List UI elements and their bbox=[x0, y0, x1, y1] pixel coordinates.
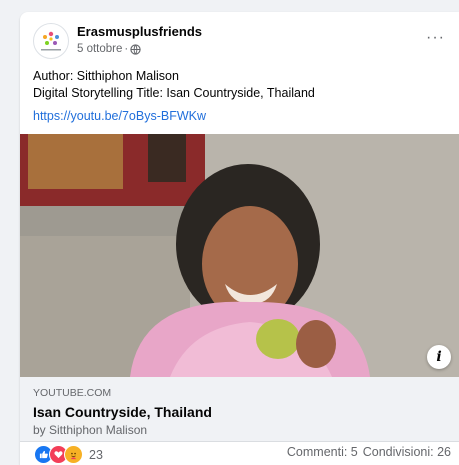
globe-icon bbox=[130, 43, 141, 55]
post-text-line: Digital Storytelling Title: Isan Country… bbox=[33, 86, 315, 100]
post-meta: 5 ottobre · bbox=[77, 43, 141, 55]
link-preview[interactable]: YOUTUBE.COM Isan Countryside, Thailand b… bbox=[20, 377, 459, 442]
post-stats: Commenti: 5 Condivisioni: 26 bbox=[287, 445, 451, 459]
post-date[interactable]: 5 ottobre bbox=[77, 43, 122, 55]
post-card: Erasmusplusfriends 5 ottobre · ··· Autho… bbox=[20, 12, 459, 465]
video-thumbnail[interactable]: i bbox=[20, 134, 459, 377]
link-subtitle: by Sitthiphon Malison bbox=[33, 423, 148, 437]
post-header: Erasmusplusfriends 5 ottobre · ··· bbox=[33, 23, 459, 63]
more-options-button[interactable]: ··· bbox=[426, 29, 445, 47]
post-text-line: Author: Sitthiphon Malison bbox=[33, 69, 179, 83]
woman-eating-fruit-image bbox=[20, 134, 459, 377]
page-name[interactable]: Erasmusplusfriends bbox=[77, 24, 202, 39]
page-avatar[interactable] bbox=[33, 23, 69, 59]
info-button[interactable]: i bbox=[427, 345, 451, 369]
post-footer: 23 Commenti: 5 Condivisioni: 26 bbox=[20, 442, 459, 465]
comments-count[interactable]: Commenti: 5 bbox=[287, 445, 358, 459]
care-icon bbox=[64, 445, 83, 464]
logo-icon bbox=[41, 31, 61, 51]
post-link[interactable]: https://youtu.be/7oBys-BFWKw bbox=[33, 109, 206, 123]
meta-separator: · bbox=[124, 43, 129, 55]
reactions-summary[interactable]: 23 bbox=[34, 445, 103, 464]
shares-count[interactable]: Condivisioni: 26 bbox=[363, 445, 451, 459]
link-title: Isan Countryside, Thailand bbox=[33, 404, 212, 420]
link-domain: YOUTUBE.COM bbox=[33, 387, 112, 399]
post-text: Author: Sitthiphon Malison Digital Story… bbox=[33, 68, 315, 102]
reaction-count: 23 bbox=[89, 447, 103, 462]
